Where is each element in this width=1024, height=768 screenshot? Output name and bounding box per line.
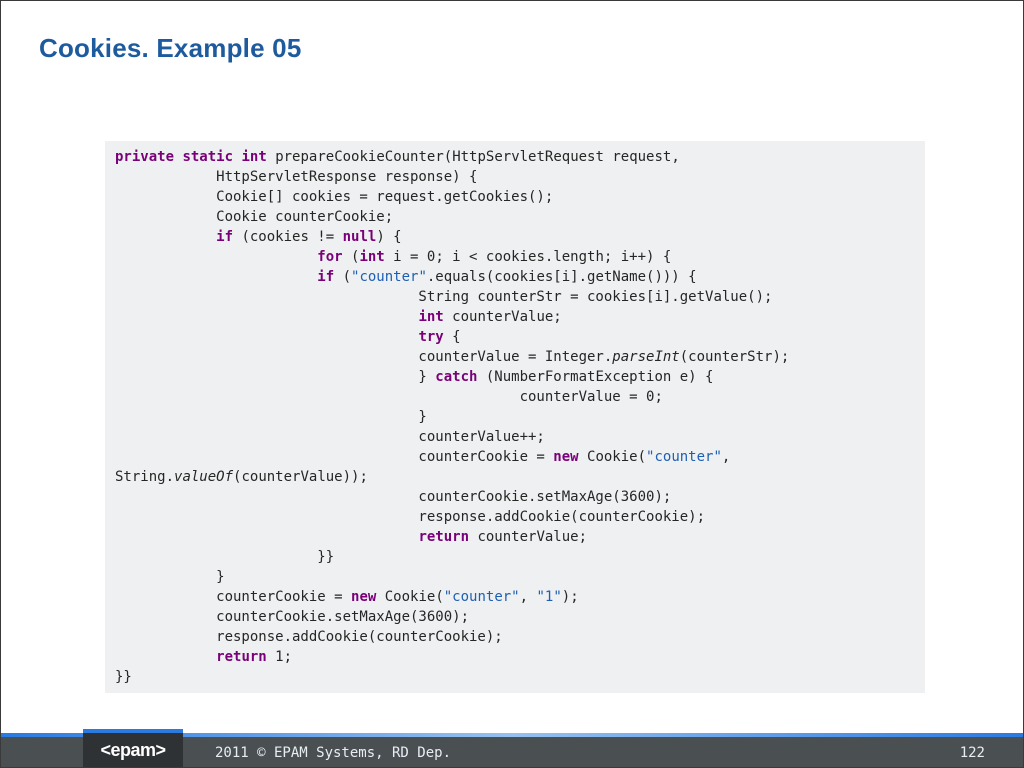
logo-box: <epam> [83, 729, 183, 767]
copyright-text: 2011 © EPAM Systems, RD Dep. [215, 745, 451, 761]
code-line: } catch (NumberFormatException e) { [115, 369, 713, 385]
code-line: counterValue = 0; [115, 389, 663, 405]
code-line: return counterValue; [115, 529, 587, 545]
code-line: for (int i = 0; i < cookies.length; i++)… [115, 249, 671, 265]
code-line: counterCookie = new Cookie("counter", "1… [115, 589, 579, 605]
code-line: response.addCookie(counterCookie); [115, 509, 705, 525]
code-line: Cookie counterCookie; [115, 209, 393, 225]
code-line: if ("counter".equals(cookies[i].getName(… [115, 269, 697, 285]
code-block: private static int prepareCookieCounter(… [105, 141, 925, 693]
slide: Cookies. Example 05 private static int p… [0, 0, 1024, 768]
code-line: counterValue = Integer.parseInt(counterS… [115, 349, 789, 365]
code-line: }} [115, 549, 334, 565]
footer: <epam> 2011 © EPAM Systems, RD Dep. 122 [1, 729, 1023, 767]
code-line: try { [115, 329, 461, 345]
code-line: counterCookie.setMaxAge(3600); [115, 609, 469, 625]
code-line: }} [115, 669, 132, 685]
code-line: response.addCookie(counterCookie); [115, 629, 503, 645]
code-line: private static int prepareCookieCounter(… [115, 149, 680, 165]
code-line: } [115, 569, 225, 585]
code-line: String.valueOf(counterValue)); [115, 469, 368, 485]
epam-logo: <epam> [100, 740, 165, 761]
code-line: if (cookies != null) { [115, 229, 402, 245]
code-line: HttpServletResponse response) { [115, 169, 477, 185]
code-line: return 1; [115, 649, 292, 665]
code-line: int counterValue; [115, 309, 562, 325]
code-line: counterCookie = new Cookie("counter", [115, 449, 730, 465]
code-line: counterCookie.setMaxAge(3600); [115, 489, 671, 505]
code-line: String counterStr = cookies[i].getValue(… [115, 289, 772, 305]
page-number: 122 [960, 745, 985, 761]
code-line: counterValue++; [115, 429, 545, 445]
code-line: Cookie[] cookies = request.getCookies(); [115, 189, 553, 205]
code-line: } [115, 409, 427, 425]
slide-title: Cookies. Example 05 [39, 33, 301, 64]
